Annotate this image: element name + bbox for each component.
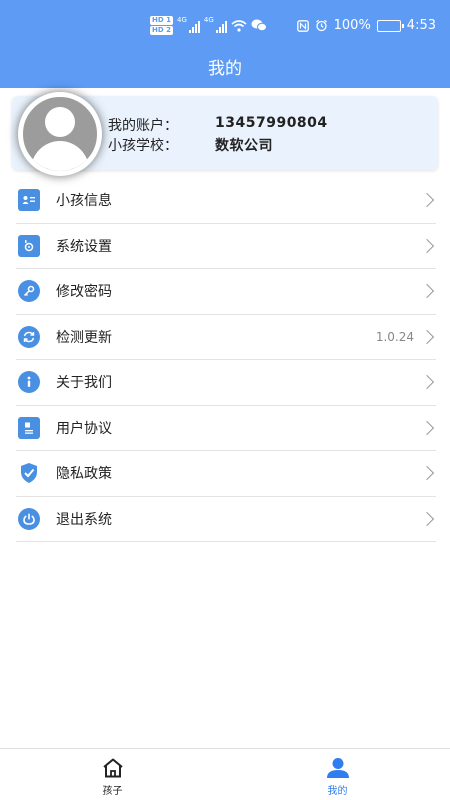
bottom-tab-bar: 孩子 我的: [0, 748, 450, 800]
menu-item-child-info[interactable]: 小孩信息: [16, 178, 436, 224]
menu-item-label: 关于我们: [56, 375, 112, 392]
menu-item-system-settings[interactable]: 系统设置: [16, 224, 436, 269]
wifi-icon: [231, 19, 247, 32]
chevron-right-icon: [419, 192, 435, 208]
user-icon: [326, 758, 349, 778]
menu-item-check-update[interactable]: 检测更新 1.0.24: [16, 315, 436, 360]
sim2-hd-badge: HD 2: [150, 26, 173, 35]
network-type-1: 4G: [176, 16, 187, 24]
menu-item-privacy-policy[interactable]: 隐私政策: [16, 451, 436, 497]
menu-item-about-us[interactable]: 关于我们: [16, 360, 436, 406]
signal-icon-2: [215, 19, 227, 33]
tab-label: 孩子: [102, 786, 123, 797]
power-icon: [18, 507, 40, 530]
id-card-icon: [18, 189, 40, 212]
chevron-right-icon: [419, 329, 435, 344]
menu-item-logout[interactable]: 退出系统: [16, 497, 436, 542]
menu-item-label: 修改密码: [56, 284, 112, 301]
menu-item-user-agreement[interactable]: 用户协议: [16, 406, 436, 451]
chevron-right-icon: [419, 374, 435, 390]
sim1-hd-badge: HD 1: [150, 16, 173, 25]
battery-percent: 100%: [333, 18, 371, 33]
clock: 4:53: [406, 18, 436, 33]
chevron-right-icon: [419, 283, 435, 299]
chevron-right-icon: [419, 420, 435, 435]
network-type-2: 4G: [203, 16, 214, 24]
menu-item-label: 检测更新: [56, 329, 112, 346]
nfc-icon: [296, 19, 309, 32]
menu-item-label: 系统设置: [56, 238, 112, 255]
menu-item-label: 隐私政策: [56, 466, 112, 483]
info-icon: [18, 371, 40, 394]
menu-item-change-password[interactable]: 修改密码: [16, 269, 436, 315]
battery-icon: [376, 19, 404, 32]
page-title: 我的: [208, 59, 242, 79]
tab-me[interactable]: 我的: [225, 749, 450, 800]
account-card: 我的账户： 13457990804 小孩学校： 数软公司: [12, 92, 438, 176]
document-icon: [18, 416, 40, 439]
alarm-icon: [315, 19, 327, 32]
key-icon: [18, 280, 40, 303]
school-label: 小孩学校：: [108, 138, 178, 154]
chevron-right-icon: [419, 511, 435, 526]
avatar[interactable]: [18, 92, 102, 176]
shield-icon: [18, 462, 40, 484]
home-icon: [102, 758, 123, 778]
signal-icon-1: [188, 19, 200, 33]
settings-menu: 小孩信息 系统设置 修改密码 检测更新 1.0.24 关于我们 用户协议 隐私政…: [16, 178, 436, 542]
menu-item-label: 小孩信息: [56, 193, 112, 210]
chevron-right-icon: [419, 238, 435, 253]
refresh-icon: [18, 325, 40, 348]
status-bar: HD 1 HD 2 4G 4G 100% 4:53: [0, 12, 450, 42]
menu-item-label: 退出系统: [56, 511, 112, 528]
version-number: 1.0.24: [375, 329, 414, 344]
account-value: 13457990804: [215, 115, 328, 131]
tab-child[interactable]: 孩子: [0, 749, 225, 800]
account-label: 我的账户：: [108, 118, 178, 134]
menu-item-label: 用户协议: [56, 420, 112, 437]
tab-label: 我的: [327, 786, 348, 797]
school-value: 数软公司: [215, 138, 273, 154]
wechat-icon: [251, 19, 267, 32]
settings-icon: [18, 234, 40, 257]
app-header: HD 1 HD 2 4G 4G 100% 4:53 我的: [0, 0, 450, 88]
chevron-right-icon: [419, 465, 435, 481]
